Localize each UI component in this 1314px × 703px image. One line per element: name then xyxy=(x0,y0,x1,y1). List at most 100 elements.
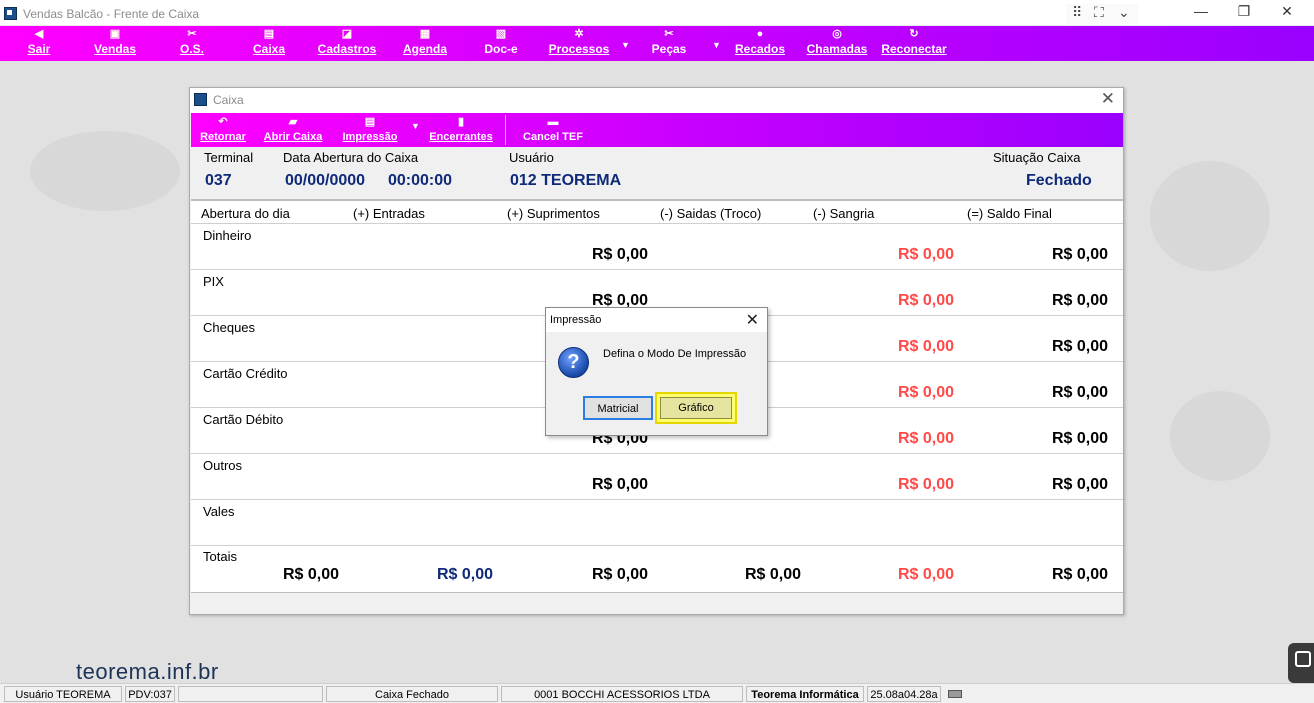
sangria-cell: R$ 0,00 xyxy=(897,246,954,263)
row-label: Cartão Débito xyxy=(203,412,284,427)
status-pdv: PDV:037 xyxy=(125,686,175,702)
col-suprimentos: (+) Suprimentos xyxy=(507,206,600,221)
data-abertura-value: 00/00/0000 xyxy=(285,172,366,189)
status-empresa: 0001 BOCCHI ACESSORIOS LTDA xyxy=(501,686,743,702)
menu-os[interactable]: ✂ O.S. xyxy=(175,28,209,59)
chevron-down-icon[interactable]: ▼ xyxy=(411,121,420,131)
menu-chamadas-label: Chamadas xyxy=(806,42,868,56)
dialog-message: Defina o Modo De Impressão xyxy=(603,348,747,360)
cash-register-icon: ▤ xyxy=(263,28,275,40)
menu-sair[interactable]: ◀ Sair xyxy=(22,28,56,59)
menu-cadastros[interactable]: ◪ Cadastros xyxy=(314,28,380,59)
menu-recados[interactable]: ● Recados xyxy=(733,28,787,59)
retornar-button[interactable]: ↶ Retornar xyxy=(198,116,248,143)
menu-cadastros-label: Cadastros xyxy=(317,42,377,56)
abrir-caixa-button[interactable]: ▰ Abrir Caixa xyxy=(263,116,323,143)
map-shape xyxy=(1170,391,1270,481)
exit-icon: ◀ xyxy=(34,28,44,40)
support-icon: ◎ xyxy=(832,28,842,40)
menu-doc-e-label: Doc-e xyxy=(484,42,518,56)
terminal-label: Terminal xyxy=(204,150,254,165)
menu-os-label: O.S. xyxy=(179,42,204,56)
menu-caixa[interactable]: ▤ Caixa xyxy=(249,28,289,59)
total-saidas: R$ 0,00 xyxy=(744,566,801,583)
menu-sair-label: Sair xyxy=(27,42,51,56)
totals-row: Totais R$ 0,00 R$ 0,00 R$ 0,00 R$ 0,00 R… xyxy=(191,546,1123,592)
status-software: Teorema Informática xyxy=(746,686,864,702)
impressao-button[interactable]: ▤ Impressão xyxy=(340,116,400,143)
gear-icon: ✲ xyxy=(574,28,584,40)
menu-pecas[interactable]: ✂ Peças xyxy=(648,28,690,59)
menu-vendas[interactable]: ▣ Vendas xyxy=(92,28,138,59)
col-saldo-final: (=) Saldo Final xyxy=(967,206,1052,221)
caixa-title: Caixa xyxy=(213,93,244,107)
toolbar-separator xyxy=(505,115,506,145)
situacao-value: Fechado xyxy=(1026,172,1092,189)
table-row[interactable]: Dinheiro R$ 0,00 R$ 0,00 R$ 0,00 xyxy=(191,224,1123,270)
cash-icon: ▰ xyxy=(288,116,298,128)
printer-icon: ▤ xyxy=(364,116,376,128)
status-versao: 25.08a04.28a xyxy=(867,686,941,702)
chevron-down-icon[interactable]: ▼ xyxy=(621,40,630,50)
fullscreen-icon[interactable]: ⛶ xyxy=(1094,4,1104,21)
menu-chamadas[interactable]: ◎ Chamadas xyxy=(806,28,868,59)
menu-vendas-label: Vendas xyxy=(93,42,137,56)
row-label: Cheques xyxy=(203,320,256,335)
saldo-cell: R$ 0,00 xyxy=(1051,246,1108,263)
menu-processos[interactable]: ✲ Processos xyxy=(547,28,611,59)
grafico-button[interactable]: Gráfico xyxy=(655,392,737,424)
saldo-cell: R$ 0,00 xyxy=(1051,292,1108,309)
cancel-tef-button[interactable]: ▬ Cancel TEF xyxy=(523,116,583,143)
col-abertura: Abertura do dia xyxy=(201,206,290,221)
menu-doc-e[interactable]: ▧ Doc-e xyxy=(478,28,524,59)
menu-agenda-label: Agenda xyxy=(402,42,447,56)
grip-icon[interactable]: ⠿ xyxy=(1072,4,1082,21)
remote-support-handle[interactable] xyxy=(1288,643,1314,683)
app-titlebar: Vendas Balcão - Frente de Caixa ⠿ ⛶ ⌄ — … xyxy=(0,0,1314,26)
reconnect-icon: ↻ xyxy=(909,28,919,40)
table-row[interactable]: Vales xyxy=(191,500,1123,546)
col-entradas: (+) Entradas xyxy=(353,206,425,221)
close-button[interactable]: ✕ xyxy=(1264,3,1310,20)
suprimentos-cell: R$ 0,00 xyxy=(591,476,648,493)
total-abertura: R$ 0,00 xyxy=(282,566,339,583)
totals-label: Totais xyxy=(203,549,237,564)
col-sangria: (-) Sangria xyxy=(813,206,875,221)
col-saidas: (-) Saidas (Troco) xyxy=(660,206,762,221)
table-row[interactable]: Outros R$ 0,00 R$ 0,00 R$ 0,00 xyxy=(191,454,1123,500)
situacao-label: Situação Caixa xyxy=(993,150,1081,165)
total-suprimentos: R$ 0,00 xyxy=(591,566,648,583)
question-icon: ? xyxy=(558,347,589,378)
total-entradas: R$ 0,00 xyxy=(436,566,493,583)
close-icon[interactable]: ✕ xyxy=(1101,89,1115,109)
cancel-tef-label: Cancel TEF xyxy=(523,131,583,143)
minimize-button[interactable]: — xyxy=(1178,3,1224,19)
chevron-down-icon[interactable]: ▼ xyxy=(712,40,721,50)
restore-button[interactable]: ❐ xyxy=(1221,3,1267,20)
data-abertura-label: Data Abertura do Caixa xyxy=(283,150,419,165)
fuel-pump-icon: ▮ xyxy=(457,116,465,128)
saldo-cell: R$ 0,00 xyxy=(1051,384,1108,401)
sangria-cell: R$ 0,00 xyxy=(897,476,954,493)
keyboard-icon xyxy=(948,690,962,698)
message-icon: ● xyxy=(756,28,764,40)
impressao-dialog: Impressão ✕ ? Defina o Modo De Impressão… xyxy=(545,307,768,436)
close-icon[interactable]: ✕ xyxy=(746,310,759,330)
parts-icon: ✂ xyxy=(664,28,674,40)
menu-recados-label: Recados xyxy=(734,42,786,56)
menu-reconectar[interactable]: ↻ Reconectar xyxy=(880,28,948,59)
document-icon: ▧ xyxy=(495,28,507,40)
terminal-value: 037 xyxy=(205,172,232,189)
usuario-label: Usuário xyxy=(509,150,554,165)
menu-agenda[interactable]: ▦ Agenda xyxy=(400,28,450,59)
total-saldo: R$ 0,00 xyxy=(1051,566,1108,583)
encerrantes-button[interactable]: ▮ Encerrantes xyxy=(428,116,494,143)
sangria-cell: R$ 0,00 xyxy=(897,338,954,355)
status-usuario: Usuário TEOREMA xyxy=(4,686,122,702)
sales-icon: ▣ xyxy=(109,28,121,40)
row-label: PIX xyxy=(203,274,224,289)
matricial-button[interactable]: Matricial xyxy=(583,396,653,420)
chevron-down-icon[interactable]: ⌄ xyxy=(1118,4,1130,21)
menu-caixa-label: Caixa xyxy=(252,42,286,56)
status-blank xyxy=(178,686,323,702)
